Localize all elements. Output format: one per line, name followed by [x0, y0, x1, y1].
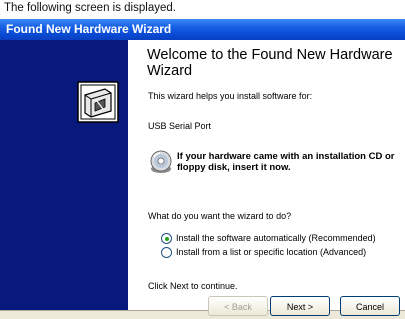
intro-text: This wizard helps you install software f…	[148, 91, 313, 101]
radio-advanced[interactable]	[161, 247, 172, 258]
window-title: Found New Hardware Wizard	[6, 22, 172, 36]
back-button[interactable]: < Back	[208, 296, 268, 316]
cancel-button[interactable]: Cancel	[340, 296, 400, 316]
radio-selected-dot	[164, 236, 169, 241]
wizard-window: Found New Hardware Wizard Welcome to the…	[0, 19, 405, 319]
page-caption: The following screen is displayed.	[4, 2, 176, 14]
title-bar[interactable]: Found New Hardware Wizard	[0, 19, 405, 40]
device-name: USB Serial Port	[148, 121, 212, 131]
wizard-heading: Welcome to the Found New Hardware Wizard	[147, 47, 393, 79]
radio-automatic[interactable]	[161, 233, 172, 244]
continue-hint: Click Next to continue.	[148, 281, 238, 291]
cd-notice: If your hardware came with an installati…	[177, 151, 395, 173]
next-button[interactable]: Next >	[270, 296, 330, 316]
wizard-sidebar	[0, 40, 128, 319]
hardware-wizard-icon	[77, 81, 119, 123]
option-advanced-label: Install from a list or specific location…	[176, 247, 367, 257]
question-text: What do you want the wizard to do?	[148, 211, 292, 221]
cd-icon	[150, 150, 172, 173]
wizard-content: Welcome to the Found New Hardware Wizard…	[128, 40, 405, 319]
option-automatic-label: Install the software automatically (Reco…	[176, 233, 376, 243]
